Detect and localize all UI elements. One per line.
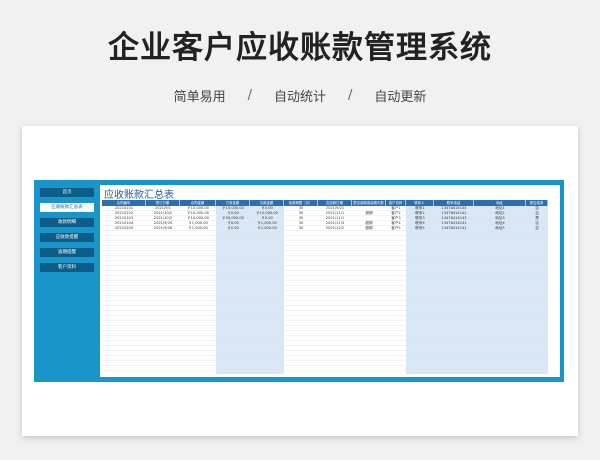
table-cell[interactable]: 2021/12/2 (318, 226, 352, 231)
table-cell[interactable]: ￥1,000.00 (250, 226, 284, 231)
subtitle-item: 自动统计 (273, 90, 326, 105)
subtitle-item: 自动更新 (374, 90, 427, 105)
sidebar-item-customer-info[interactable]: 客户资料 (40, 263, 94, 272)
table-cell[interactable]: 超期 (352, 226, 386, 231)
sidebar-item-receivable-reminder[interactable]: 应收款提醒 (40, 233, 94, 242)
subtitle-separator: / (247, 88, 252, 103)
table-cell[interactable]: 2021/9/26 (146, 226, 180, 231)
sidebar-item-overdue-reminder[interactable]: 逾期提醒 (40, 248, 94, 257)
table-cell[interactable]: ￥1,000.00 (180, 226, 216, 231)
table-cell[interactable]: 客户5 (386, 226, 406, 231)
page-title: 企业客户应收账款管理系统 (108, 30, 492, 66)
spreadsheet: 应收账款汇总表 合同编号 签订日期 合同金额 已收金额 欠款金额 信用期限（天） 应还款日期… (100, 185, 560, 377)
sidebar-item-receivables-summary[interactable]: 应收账款汇总表 (40, 203, 94, 212)
table-cell[interactable]: 地址5 (474, 226, 526, 231)
table-cell[interactable]: 否 (526, 226, 548, 231)
subtitle-separator: / (348, 88, 353, 103)
sidebar-item-home[interactable]: 首页 (40, 188, 94, 197)
sidebar-item-payment-details[interactable]: 收款明细 (40, 218, 94, 227)
grid-lines (102, 206, 548, 374)
table-body: 20210101 2021/9/1 ￥10,000.00 ￥10,000.00 ￥0.0… (102, 206, 548, 231)
table-cell[interactable]: 13478414141 (434, 226, 474, 231)
subtitle-bar: 简单易用 / 自动统计 / 自动更新 (0, 86, 600, 105)
sidebar: 首页 应收账款汇总表 收款明细 应收款提醒 逾期提醒 客户资料 (40, 188, 94, 278)
table-row[interactable]: 20210105 2021/9/26 ￥1,000.00 ￥0.00 ￥1,000.00… (102, 226, 548, 231)
table-cell[interactable]: ￥0.00 (216, 226, 250, 231)
subtitle-item: 简单易用 (173, 90, 226, 105)
table-cell[interactable]: 30 (284, 226, 318, 231)
table-cell[interactable]: 联系5 (406, 226, 434, 231)
preview-card: 首页 应收账款汇总表 收款明细 应收款提醒 逾期提醒 客户资料 应收账款汇总表 … (22, 126, 578, 436)
app-frame: 首页 应收账款汇总表 收款明细 应收款提醒 逾期提醒 客户资料 应收账款汇总表 … (34, 180, 564, 382)
table-cell[interactable]: 20210105 (102, 226, 146, 231)
sheet-title: 应收账款汇总表 (104, 190, 174, 201)
receivables-table: 合同编号 签订日期 合同金额 已收金额 欠款金额 信用期限（天） 应还款日期 是否逾期或逾期天… (102, 200, 548, 374)
